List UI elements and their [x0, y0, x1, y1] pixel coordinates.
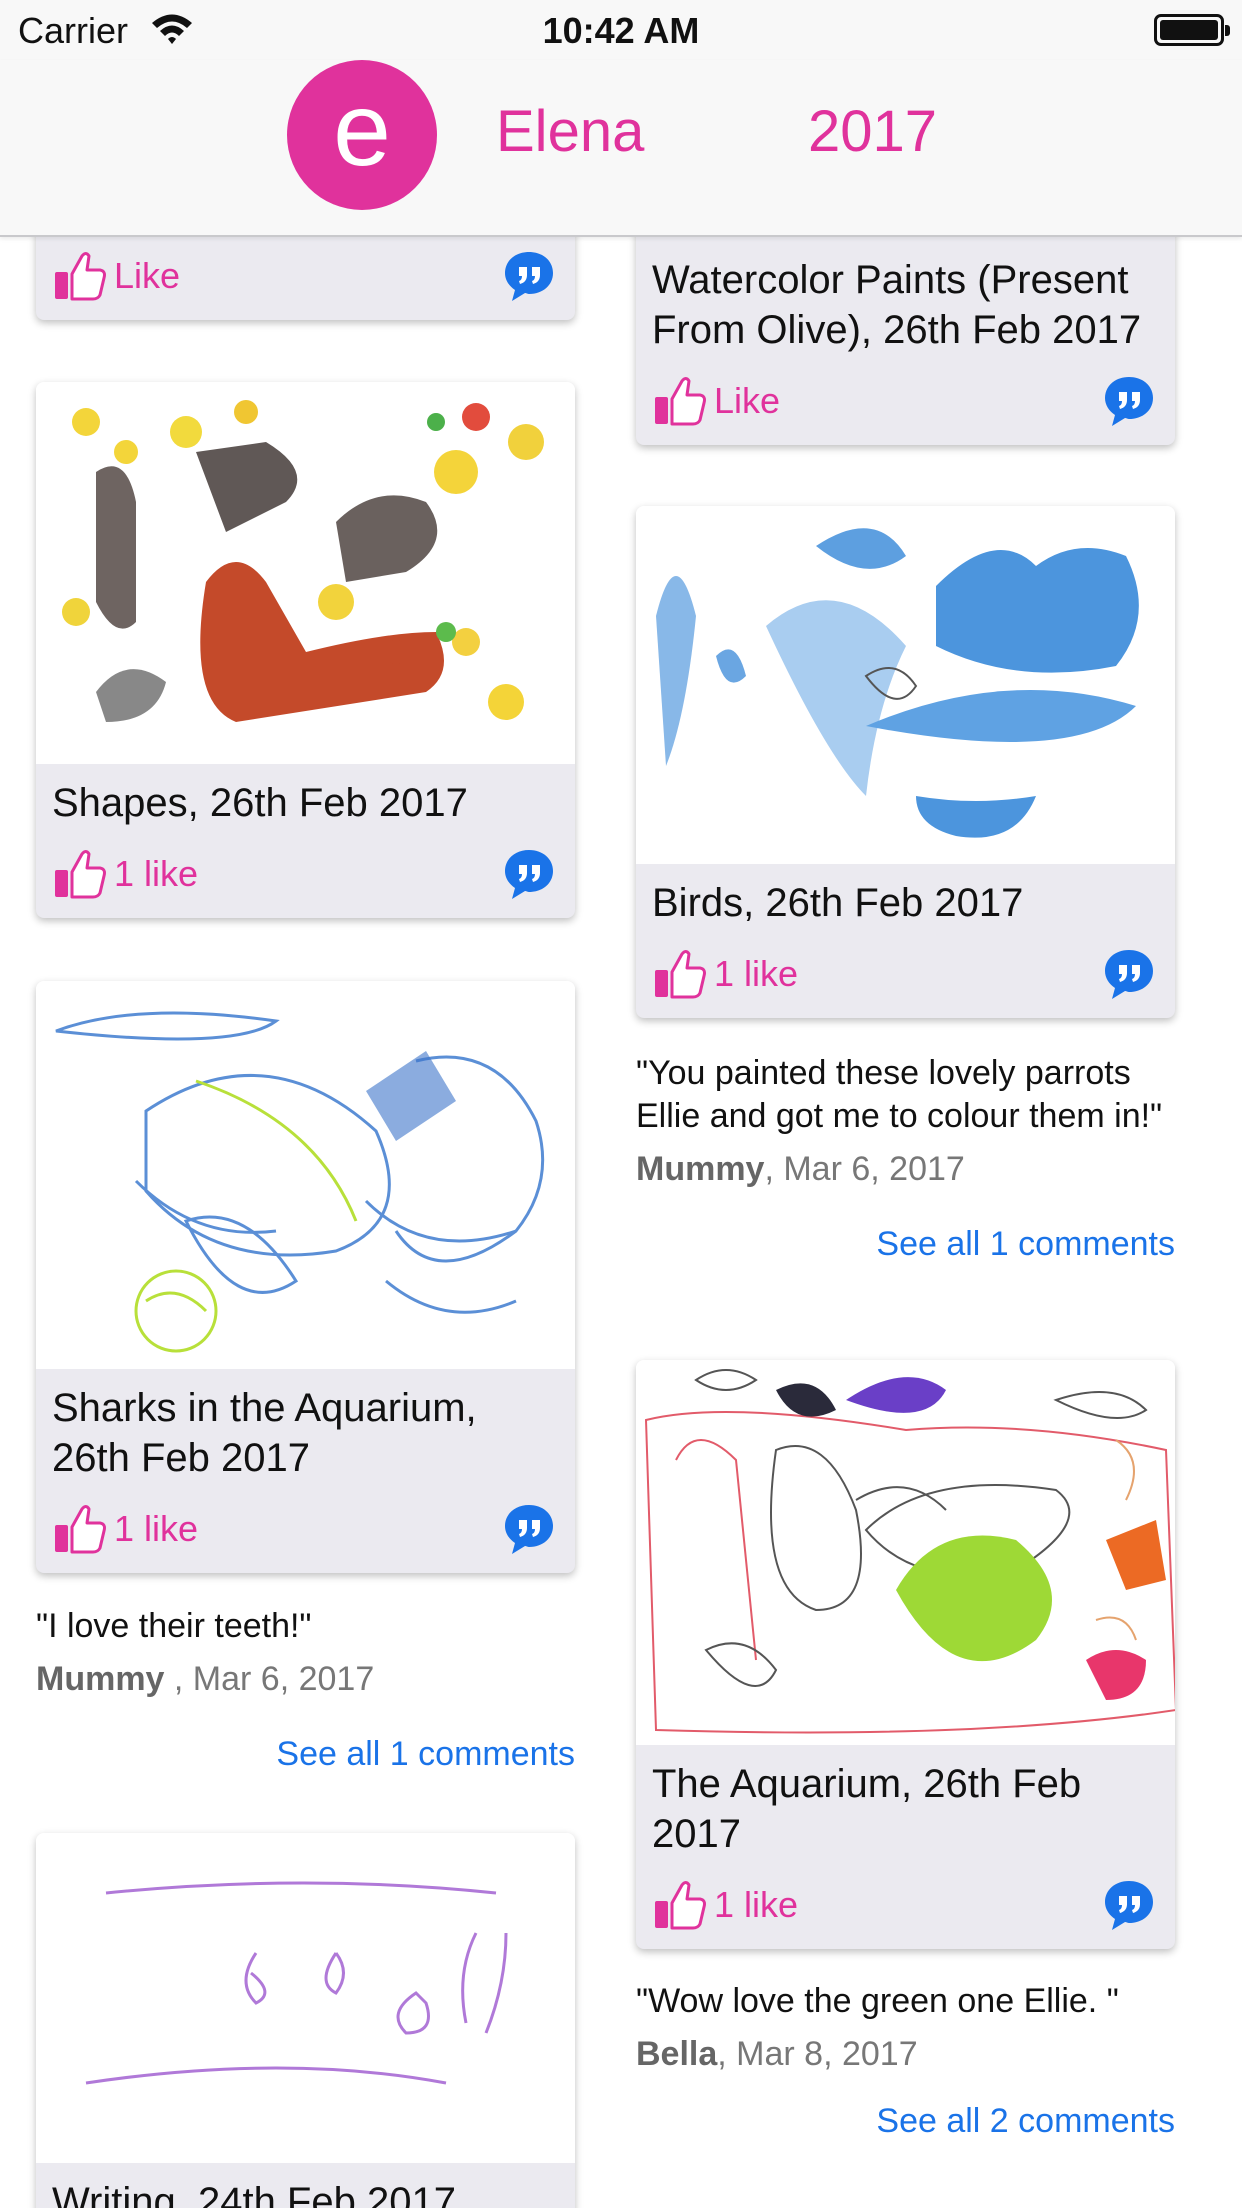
battery-icon [1154, 14, 1230, 46]
comment-button[interactable] [1101, 1877, 1157, 1933]
thumbs-up-icon [52, 846, 108, 902]
comment-text: "I love their teeth!" [36, 1607, 312, 1645]
comment-author: Bella [636, 2035, 718, 2073]
artwork-image [636, 1360, 1175, 1745]
art-card-sharks[interactable]: Sharks in the Aquarium, 26th Feb 2017 1 … [36, 981, 575, 1573]
artwork-image [36, 382, 575, 764]
art-card-aquarium[interactable]: The Aquarium, 26th Feb 2017 1 like [636, 1360, 1175, 1949]
art-card-birds[interactable]: Birds, 26th Feb 2017 1 like [636, 506, 1175, 1018]
comment-button[interactable] [501, 846, 557, 902]
comment-meta: Bella, Mar 8, 2017 [636, 2035, 1175, 2074]
art-caption: Sharks in the Aquarium, 26th Feb 2017 [52, 1386, 477, 1480]
comment-date: , Mar 6, 2017 [164, 1660, 375, 1698]
status-bar: Carrier 10:42 AM [0, 0, 1242, 60]
comment-preview: "I love their teeth!" Mummy , Mar 6, 201… [36, 1605, 575, 1774]
child-name[interactable]: Elena [496, 98, 644, 165]
art-caption: Watercolor Paints (Present From Olive), … [652, 258, 1142, 352]
like-count: 1 like [114, 853, 199, 894]
like-button[interactable]: Like [652, 373, 780, 429]
like-count: 1 like [114, 1508, 199, 1549]
like-button[interactable]: Like [52, 248, 180, 304]
profile-header: e Elena 2017 [0, 60, 1242, 237]
comment-text: "You painted these lovely parrots Ellie … [636, 1054, 1163, 1135]
like-count: 1 like [714, 953, 799, 994]
like-button[interactable]: 1 like [52, 846, 198, 902]
thumbs-up-icon [652, 373, 708, 429]
see-all-comments-link[interactable]: See all 2 comments [636, 2102, 1175, 2141]
comment-button[interactable] [1101, 946, 1157, 1002]
comment-button[interactable] [501, 1501, 557, 1557]
thumbs-up-icon [652, 1877, 708, 1933]
like-button[interactable]: 1 like [652, 946, 798, 1002]
art-card-shapes[interactable]: Shapes, 26th Feb 2017 1 like [36, 382, 575, 918]
like-button[interactable]: 1 like [52, 1501, 198, 1557]
comment-meta: Mummy , Mar 6, 2017 [36, 1660, 575, 1699]
comment-meta: Mummy, Mar 6, 2017 [636, 1150, 1175, 1189]
see-all-comments-link[interactable]: See all 1 comments [636, 1225, 1175, 1264]
art-caption: Writing, 24th Feb 2017 [52, 2180, 456, 2208]
clock: 10:42 AM [542, 10, 700, 51]
comment-date: , Mar 8, 2017 [717, 2035, 918, 2073]
see-all-comments-link[interactable]: See all 1 comments [36, 1735, 575, 1774]
art-caption: Shapes, 26th Feb 2017 [52, 781, 468, 825]
comment-preview: "You painted these lovely parrots Ellie … [636, 1052, 1175, 1264]
like-button[interactable]: 1 like [652, 1877, 798, 1933]
artwork-image [36, 981, 575, 1369]
comment-button[interactable] [1101, 373, 1157, 429]
like-count: 1 like [714, 1884, 799, 1925]
feed[interactable]: Like Shapes, 26th Feb 2017 1 like Sharks… [0, 0, 1242, 2208]
year-selector[interactable]: 2017 [808, 98, 937, 165]
like-label: Like [714, 380, 781, 421]
artwork-image [36, 1833, 575, 2163]
like-label: Like [114, 255, 181, 296]
thumbs-up-icon [52, 1501, 108, 1557]
artwork-image [636, 506, 1175, 864]
thumbs-up-icon [52, 248, 108, 304]
comment-text: "Wow love the green one Ellie. " [636, 1982, 1119, 2020]
comment-author: Mummy [36, 1660, 165, 1698]
art-caption: The Aquarium, 26th Feb 2017 [652, 1762, 1082, 1856]
comment-author: Mummy [636, 1150, 765, 1188]
thumbs-up-icon [652, 946, 708, 1002]
comment-button[interactable] [501, 248, 557, 304]
comment-date: , Mar 6, 2017 [764, 1150, 965, 1188]
avatar[interactable]: e [287, 60, 437, 210]
comment-preview: "Wow love the green one Ellie. " Bella, … [636, 1980, 1175, 2141]
art-caption: Birds, 26th Feb 2017 [652, 881, 1024, 925]
art-card-writing[interactable]: Writing, 24th Feb 2017 [36, 1833, 575, 2208]
